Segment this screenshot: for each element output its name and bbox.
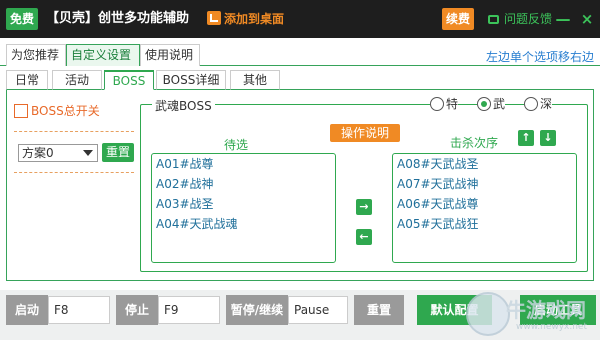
pause-hotkey-input[interactable]: Pause <box>288 296 348 324</box>
radio-wu-label: 武 <box>493 97 506 111</box>
list-item[interactable]: A08#天武战圣 <box>397 156 479 172</box>
tab-recommend[interactable]: 为您推荐 <box>6 44 66 66</box>
feedback-label: 问题反馈 <box>504 12 553 26</box>
kill-order-title: 击杀次序 <box>450 136 499 150</box>
watermark-logo-icon <box>466 292 510 336</box>
checkbox-icon <box>14 104 28 118</box>
start-hotkey-label: 启动 <box>6 295 48 325</box>
plan-select-value: 方案0 <box>22 146 54 160</box>
kill-order-list[interactable]: A08#天武战圣 A07#天武战神 A06#天武战尊 A05#天武战狂 <box>392 153 577 263</box>
tab-instructions[interactable]: 使用说明 <box>140 44 200 66</box>
list-item[interactable]: A05#天武战狂 <box>397 216 479 232</box>
pause-hotkey-label: 暂停/继续 <box>226 295 288 325</box>
list-item[interactable]: A04#天武战魂 <box>156 216 238 232</box>
list-item[interactable]: A02#战神 <box>156 176 214 192</box>
start-hotkey-input[interactable]: F8 <box>48 296 110 324</box>
instructions-button[interactable]: 操作说明 <box>330 124 400 142</box>
chat-icon <box>488 15 499 24</box>
list-item[interactable]: A07#天武战神 <box>397 176 479 192</box>
boss-master-switch-label: BOSS总开关 <box>31 104 100 118</box>
move-down-button[interactable]: ↓ <box>540 130 556 146</box>
radio-shen-label: 深 <box>540 97 553 111</box>
chevron-down-icon <box>83 150 93 156</box>
radio-wu[interactable]: 武 <box>477 96 506 112</box>
minimize-button[interactable]: — <box>554 9 572 29</box>
radio-te-label: 特 <box>446 97 459 111</box>
subtab-boss[interactable]: BOSS <box>104 70 154 90</box>
radio-shen[interactable]: 深 <box>524 96 553 112</box>
radio-icon <box>524 97 538 111</box>
subtab-events[interactable]: 活动 <box>52 70 102 90</box>
list-item[interactable]: A06#天武战尊 <box>397 196 479 212</box>
title-bar: 免费 【贝壳】创世多功能辅助 添加到桌面 续费 问题反馈 — × <box>0 0 600 38</box>
boss-master-switch[interactable]: BOSS总开关 <box>14 103 100 119</box>
reset-button[interactable]: 重置 <box>354 295 404 325</box>
list-item[interactable]: A01#战尊 <box>156 156 214 172</box>
group-legend: 武魂BOSS <box>152 97 215 114</box>
stop-hotkey-input[interactable]: F9 <box>158 296 220 324</box>
move-up-button[interactable]: ↑ <box>518 130 534 146</box>
watermark: 牛游戏网 www.newyx.net <box>466 292 600 338</box>
radio-selected-icon <box>477 97 491 111</box>
subtab-boss-detail[interactable]: BOSS详细 <box>156 70 226 90</box>
free-badge: 免费 <box>6 8 38 30</box>
add-to-desktop-button[interactable]: 添加到桌面 <box>207 9 284 29</box>
stop-hotkey-label: 停止 <box>116 295 158 325</box>
add-desktop-icon <box>207 11 221 25</box>
subtab-other[interactable]: 其他 <box>230 70 280 90</box>
divider <box>14 131 134 132</box>
divider <box>14 172 134 173</box>
plan-select[interactable]: 方案0 <box>18 144 98 162</box>
add-desktop-label: 添加到桌面 <box>224 12 285 26</box>
pending-list[interactable]: A01#战尊 A02#战神 A03#战圣 A04#天武战魂 <box>151 153 336 263</box>
move-left-button[interactable]: ← <box>356 229 372 245</box>
watermark-text: 牛游戏网 <box>506 298 586 322</box>
app-title: 【贝壳】创世多功能辅助 <box>46 11 190 26</box>
feedback-link[interactable]: 问题反馈 <box>488 9 552 29</box>
radio-icon <box>430 97 444 111</box>
tab-custom-settings[interactable]: 自定义设置 <box>66 44 140 66</box>
watermark-url: www.newyx.net <box>516 322 588 332</box>
radio-te[interactable]: 特 <box>430 96 459 112</box>
plan-reset-button[interactable]: 重置 <box>102 143 134 162</box>
pending-list-title: 待选 <box>224 138 249 152</box>
close-button[interactable]: × <box>578 9 596 29</box>
move-hint-link[interactable]: 左边单个选项移右边 <box>486 48 594 65</box>
move-right-button[interactable]: → <box>356 199 372 215</box>
renew-button[interactable]: 续费 <box>442 8 474 30</box>
subtab-daily[interactable]: 日常 <box>6 70 48 90</box>
list-item[interactable]: A03#战圣 <box>156 196 214 212</box>
